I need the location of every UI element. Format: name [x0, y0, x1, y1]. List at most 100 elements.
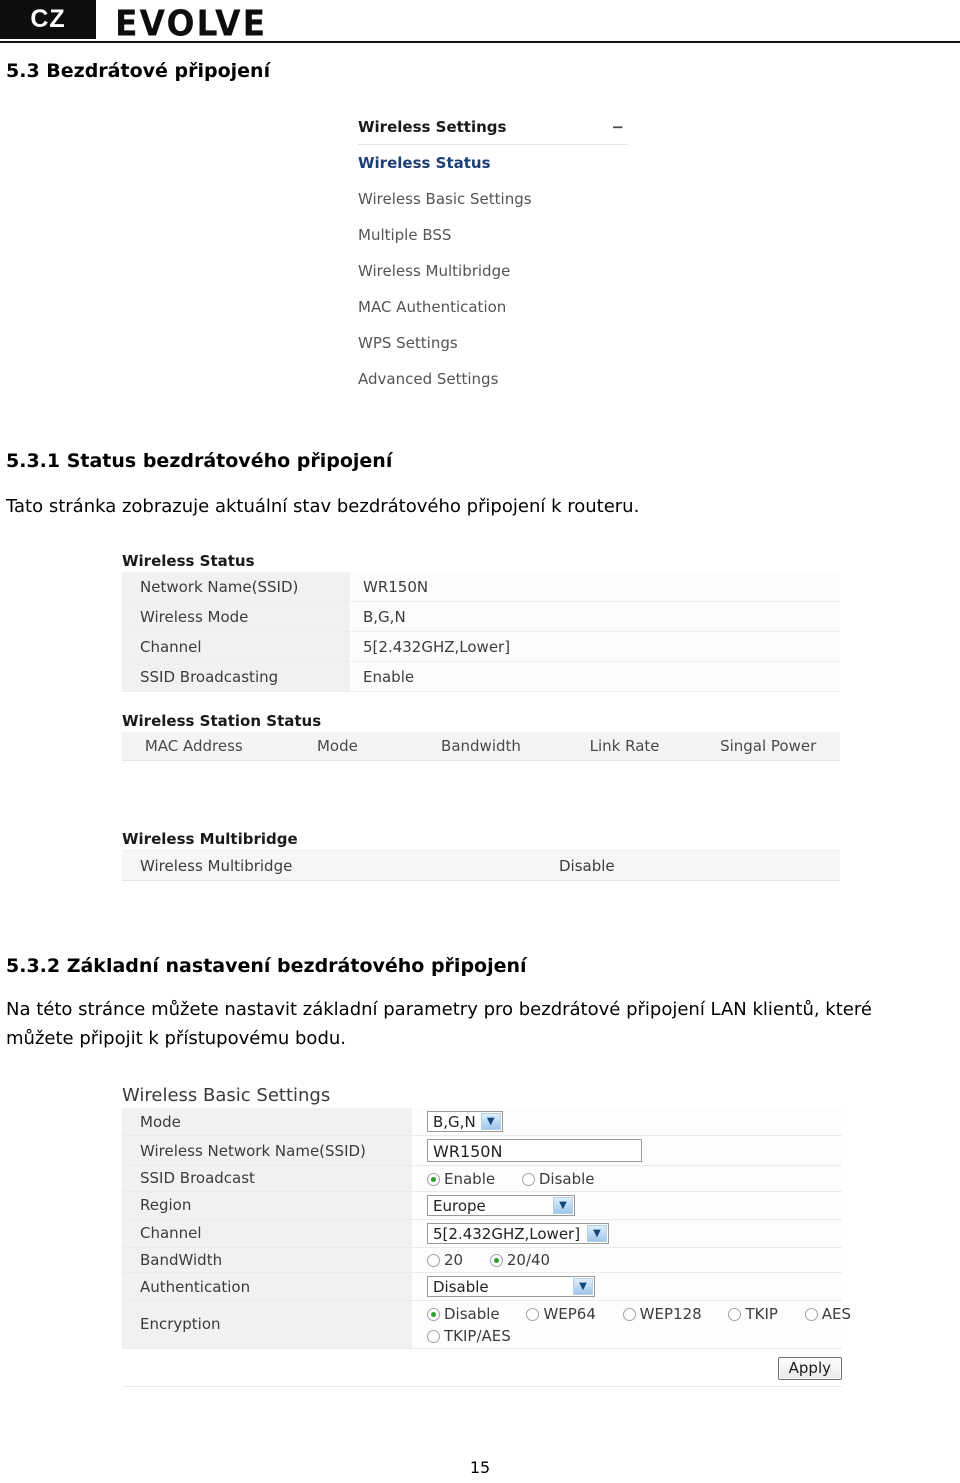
authentication-select[interactable]: Disable ▼: [427, 1276, 595, 1297]
field-control-mode: B,G,N ▼: [412, 1108, 842, 1136]
mode-select[interactable]: B,G,N ▼: [427, 1111, 503, 1132]
menu-item-label: MAC Authentication: [358, 298, 507, 316]
radio-icon: [427, 1172, 440, 1186]
menu-item-label: Advanced Settings: [358, 370, 499, 388]
row-label: Wireless Mode: [122, 601, 351, 632]
form-row-authentication: Authentication Disable ▼: [122, 1272, 842, 1301]
table-header-row: MAC Address Mode Bandwidth Link Rate Sin…: [122, 732, 840, 761]
chevron-down-icon[interactable]: ▼: [553, 1196, 573, 1214]
bandwidth-radio-20[interactable]: 20: [427, 1251, 463, 1269]
field-label-encryption: Encryption: [122, 1300, 413, 1349]
region-select[interactable]: Europe ▼: [427, 1194, 575, 1216]
radio-icon: [728, 1307, 742, 1321]
radio-label: 20/40: [506, 1251, 551, 1269]
menu-item-label: Wireless Status: [358, 154, 491, 172]
menu-title-row[interactable]: Wireless Settings −: [358, 118, 628, 145]
row-label: Channel: [122, 631, 351, 662]
wireless-station-status-panel: Wireless Station Status MAC Address Mode…: [122, 712, 840, 819]
wireless-settings-menu: Wireless Settings − Wireless Status Wire…: [358, 118, 628, 397]
field-label-authentication: Authentication: [122, 1272, 413, 1301]
column-header-signal-power: Singal Power: [696, 732, 840, 761]
row-value: Enable: [350, 661, 840, 692]
table-row: SSID Broadcasting Enable: [122, 661, 840, 692]
radio-icon: [427, 1329, 440, 1343]
ssid-broadcast-radio-enable[interactable]: Enable: [427, 1170, 495, 1188]
menu-item-wireless-status[interactable]: Wireless Status: [358, 145, 628, 181]
field-label-ssid-broadcast: SSID Broadcast: [122, 1165, 413, 1192]
wireless-status-title: Wireless Status: [122, 552, 255, 570]
document-header: CZ EVOLVE: [0, 0, 960, 45]
form-row-region: Region Europe ▼: [122, 1191, 842, 1220]
section-heading-5-3: 5.3 Bezdrátové připojení: [6, 60, 271, 82]
menu-title: Wireless Settings: [358, 118, 507, 136]
field-label-mode: Mode: [122, 1108, 413, 1136]
menu-item-wireless-basic-settings[interactable]: Wireless Basic Settings: [358, 181, 628, 217]
column-header-mac-address: MAC Address: [122, 732, 266, 761]
column-header-bandwidth: Bandwidth: [409, 732, 553, 761]
chevron-down-icon[interactable]: ▼: [587, 1224, 607, 1242]
collapse-icon[interactable]: −: [611, 118, 624, 136]
encryption-radio-wep64[interactable]: WEP64: [526, 1304, 596, 1323]
basic-settings-title: Wireless Basic Settings: [122, 1085, 331, 1106]
column-header-link-rate: Link Rate: [552, 732, 697, 761]
row-value: WR150N: [350, 572, 840, 602]
wireless-status-table: Network Name(SSID) WR150N Wireless Mode …: [122, 572, 840, 692]
form-actions: Apply: [122, 1349, 842, 1387]
encryption-radio-aes[interactable]: AES: [804, 1305, 851, 1323]
field-control-channel: 5[2.432GHZ,Lower] ▼: [412, 1219, 842, 1248]
radio-icon: [427, 1307, 440, 1321]
radio-icon: [622, 1307, 636, 1321]
menu-item-advanced-settings[interactable]: Advanced Settings: [358, 361, 628, 397]
row-value: Disable: [541, 850, 840, 881]
menu-item-wps-settings[interactable]: WPS Settings: [358, 325, 628, 361]
form-row-ssid-broadcast: SSID Broadcast Enable Disable: [122, 1165, 842, 1192]
station-status-title: Wireless Station Status: [122, 712, 322, 730]
multibridge-title: Wireless Multibridge: [122, 830, 298, 848]
field-control-region: Europe ▼: [412, 1191, 842, 1220]
encryption-radio-disable[interactable]: Disable: [427, 1305, 500, 1323]
encryption-radio-tkip[interactable]: TKIP: [728, 1304, 778, 1323]
encryption-radio-group: Disable WEP64 WEP128 TKIP AES TKIP/AES: [427, 1304, 851, 1345]
menu-item-label: Multiple BSS: [358, 226, 452, 244]
field-control-authentication: Disable ▼: [412, 1272, 842, 1301]
apply-button[interactable]: Apply: [777, 1356, 842, 1380]
bandwidth-radio-20-40[interactable]: 20/40: [489, 1251, 551, 1269]
radio-icon: [804, 1307, 818, 1321]
menu-item-multiple-bss[interactable]: Multiple BSS: [358, 217, 628, 253]
chevron-down-icon[interactable]: ▼: [573, 1278, 593, 1295]
ssid-broadcast-radio-group: Enable Disable: [427, 1169, 617, 1188]
section-heading-5-3-2: 5.3.2 Základní nastavení bezdrátového př…: [6, 955, 527, 977]
bandwidth-radio-group: 20 20/40: [427, 1251, 572, 1269]
form-row-mode: Mode B,G,N ▼: [122, 1108, 842, 1136]
menu-item-wireless-multibridge[interactable]: Wireless Multibridge: [358, 253, 628, 289]
menu-item-mac-authentication[interactable]: MAC Authentication: [358, 289, 628, 325]
table-row: Channel 5[2.432GHZ,Lower]: [122, 631, 840, 662]
ssid-input[interactable]: WR150N: [427, 1139, 642, 1162]
radio-label: TKIP: [745, 1304, 778, 1323]
mode-select-value: B,G,N: [433, 1113, 476, 1131]
encryption-radio-tkip-aes[interactable]: TKIP/AES: [427, 1327, 511, 1345]
radio-label: Enable: [444, 1169, 496, 1188]
field-control-ssid: WR150N: [412, 1135, 842, 1166]
chevron-down-icon[interactable]: ▼: [480, 1113, 501, 1130]
field-control-encryption: Disable WEP64 WEP128 TKIP AES TKIP/AES: [412, 1300, 851, 1349]
locale-badge: CZ: [0, 0, 96, 39]
radio-icon: [526, 1307, 540, 1321]
field-control-ssid-broadcast: Enable Disable: [412, 1165, 842, 1192]
table-row: Wireless Mode B,G,N: [122, 601, 840, 632]
basic-settings-form: Mode B,G,N ▼ Wireless Network Name(SSID)…: [122, 1108, 851, 1349]
section-paragraph-5-3-1: Tato stránka zobrazuje aktuální stav bez…: [6, 496, 640, 517]
encryption-radio-wep128[interactable]: WEP128: [622, 1304, 702, 1323]
header-divider: [0, 41, 960, 43]
radio-label: WEP128: [639, 1304, 702, 1323]
multibridge-table: Wireless Multibridge Disable: [122, 850, 840, 881]
radio-label: Disable: [444, 1304, 500, 1323]
channel-select[interactable]: 5[2.432GHZ,Lower] ▼: [427, 1222, 609, 1244]
menu-item-label: Wireless Basic Settings: [358, 190, 532, 208]
radio-label: Disable: [538, 1169, 595, 1188]
form-row-encryption: Encryption Disable WEP64 WEP128 TKIP AES…: [122, 1300, 851, 1349]
radio-label: WEP64: [543, 1304, 596, 1323]
ssid-broadcast-radio-disable[interactable]: Disable: [521, 1169, 595, 1188]
field-label-bandwidth: BandWidth: [122, 1247, 413, 1273]
form-row-channel: Channel 5[2.432GHZ,Lower] ▼: [122, 1219, 842, 1248]
